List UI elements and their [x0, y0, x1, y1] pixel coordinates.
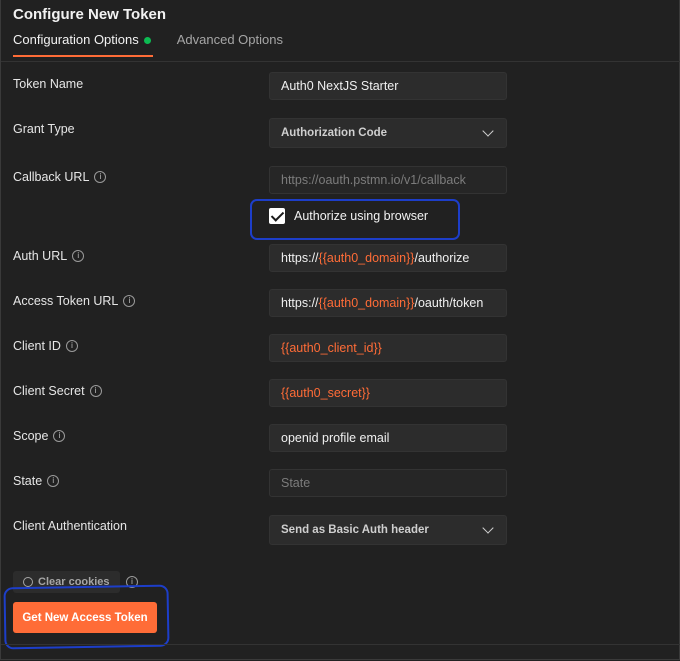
divider	[1, 61, 680, 62]
token-name-input[interactable]: Auth0 NextJS Starter	[269, 72, 507, 100]
label-text: State	[13, 474, 43, 488]
token-dialog: Configure New Token Configuration Option…	[0, 0, 680, 660]
client-secret-input[interactable]: {{auth0_secret}}	[269, 379, 507, 407]
url-prefix: https://	[281, 296, 319, 310]
label-text: Client ID	[13, 339, 61, 353]
auth-url-input[interactable]: https://{{auth0_domain}}/authorize	[269, 244, 507, 272]
label-text: Client Secret	[13, 384, 85, 398]
variable-token: {{auth0_domain}}	[318, 251, 415, 265]
callback-url-input[interactable]: https://oauth.pstmn.io/v1/callback	[269, 166, 507, 194]
dialog-title: Configure New Token	[13, 6, 167, 23]
select-value: Authorization Code	[281, 127, 388, 139]
select-value: Send as Basic Auth header	[281, 524, 429, 536]
variable-token: {{auth0_domain}}	[318, 296, 415, 310]
scope-label: Scope i	[13, 429, 66, 443]
info-icon[interactable]: i	[72, 250, 85, 262]
url-prefix: https://	[281, 251, 319, 265]
client-authentication-select[interactable]: Send as Basic Auth header	[269, 515, 507, 545]
status-dot-icon	[143, 37, 151, 45]
chevron-down-icon	[482, 522, 494, 534]
cookie-icon	[23, 577, 33, 587]
grant-type-label: Grant Type	[13, 122, 75, 136]
tab-advanced-options[interactable]: Advanced Options	[177, 32, 283, 57]
callback-url-label: Callback URL i	[13, 170, 107, 184]
client-secret-label: Client Secret i	[13, 384, 102, 398]
annotation-highlight	[3, 584, 170, 650]
label-text: Scope	[13, 429, 49, 443]
label-text: Access Token URL	[13, 294, 119, 308]
state-input[interactable]: State	[269, 469, 507, 497]
grant-type-select[interactable]: Authorization Code	[269, 118, 507, 148]
label-text: Auth URL	[13, 249, 68, 263]
access-token-url-label: Access Token URL i	[13, 294, 136, 308]
url-suffix: /oauth/token	[414, 296, 484, 310]
client-id-label: Client ID i	[13, 339, 78, 353]
auth-url-label: Auth URL i	[13, 249, 85, 263]
annotation-highlight	[250, 199, 460, 240]
tab-configuration-options[interactable]: Configuration Options	[13, 32, 153, 57]
info-icon[interactable]: i	[53, 430, 66, 442]
info-icon[interactable]: i	[123, 295, 136, 307]
label-text: Callback URL	[13, 170, 90, 184]
label-text: Client Authentication	[13, 519, 127, 533]
client-id-input[interactable]: {{auth0_client_id}}	[269, 334, 507, 362]
divider	[1, 644, 680, 645]
info-icon[interactable]: i	[94, 171, 107, 183]
state-label: State i	[13, 474, 60, 488]
chevron-down-icon	[482, 125, 494, 137]
label-text: Token Name	[13, 77, 84, 91]
url-suffix: /authorize	[414, 251, 470, 265]
token-name-label: Token Name	[13, 77, 83, 91]
tab-label: Configuration Options	[13, 32, 139, 47]
client-authentication-label: Client Authentication	[13, 519, 127, 533]
access-token-url-input[interactable]: https://{{auth0_domain}}/oauth/token	[269, 289, 507, 317]
variable-token: {{auth0_secret}}	[281, 386, 370, 400]
variable-token: {{auth0_client_id}}	[281, 341, 382, 355]
label-text: Grant Type	[13, 122, 75, 136]
tab-bar: Configuration Options Advanced Options	[13, 32, 283, 57]
info-icon[interactable]: i	[47, 475, 60, 487]
info-icon[interactable]: i	[65, 340, 78, 352]
info-icon[interactable]: i	[89, 385, 102, 397]
scope-input[interactable]: openid profile email	[269, 424, 507, 452]
